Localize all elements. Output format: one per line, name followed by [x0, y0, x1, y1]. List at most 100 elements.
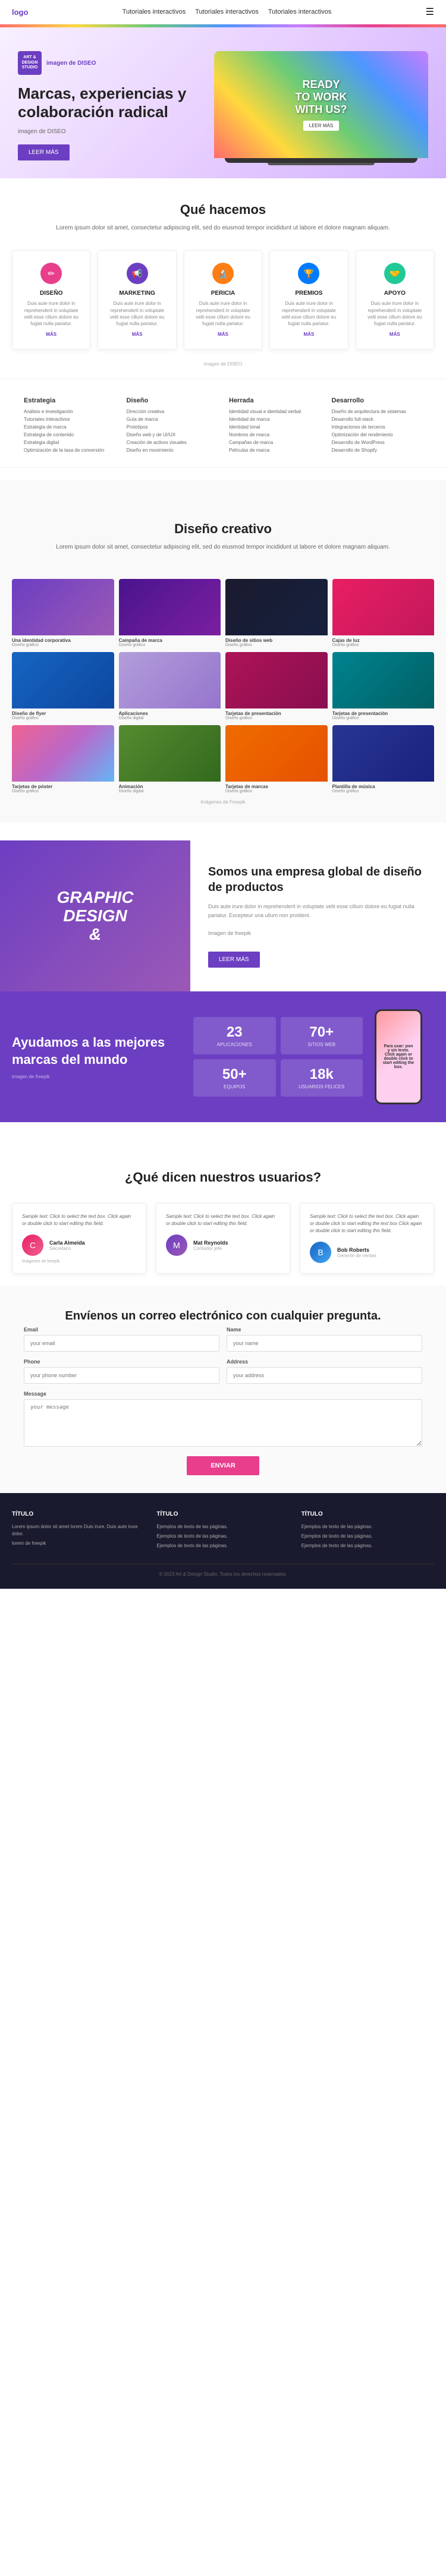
menu-col-desarrollo-title: Desarrollo	[332, 397, 423, 404]
creative-item[interactable]: Animación Diseño digital	[119, 725, 221, 793]
menu-item-diseno-3[interactable]: Prototipos	[127, 424, 218, 430]
creative-label: Aplicaciones	[119, 711, 221, 716]
global-company-text1: Duis aute irure dolor in reprehenderit i…	[208, 902, 428, 919]
menu-item-estrategia-6[interactable]: Optimización de la tasa de conversión	[24, 448, 115, 453]
menu-item-estrategia-2[interactable]: Tutoriales interactivos	[24, 417, 115, 422]
card-marketing-title: MARKETING	[106, 290, 167, 297]
creative-item[interactable]: Una identidad corporativa Diseño gráfico	[12, 579, 114, 647]
stats-phone: Para usar: pon y sin texto. Click again …	[363, 1009, 434, 1104]
card-marketing: 📢 MARKETING Duis aute irure dolor in rep…	[98, 250, 176, 349]
creative-sublabel: Diseño gráfico	[332, 716, 435, 720]
nav-item-1[interactable]: Tutoriales interactivos	[123, 8, 186, 15]
menu-item-herrada-5[interactable]: Campañas de marca	[229, 440, 320, 445]
author-name: Carla Almeida	[49, 1240, 85, 1246]
menu-item-diseno-6[interactable]: Diseño en movimiento	[127, 448, 218, 453]
menu-col-desarrollo: Desarrollo Diseño de arquitectura de sis…	[326, 391, 429, 461]
card-pericia-more[interactable]: MÁS	[193, 332, 253, 337]
creative-item[interactable]: Campaña de marca Diseño gráfico	[119, 579, 221, 647]
email-field[interactable]	[24, 1335, 219, 1352]
footer-col-title: Título	[12, 1511, 145, 1517]
hero-title: Marcas, experiencias y colaboración radi…	[18, 84, 208, 121]
menu-item-herrada-4[interactable]: Nombres de marca	[229, 432, 320, 437]
testimonial-image-note: Imágenes de freepik	[22, 1259, 136, 1264]
stat-number: 70+	[288, 1024, 356, 1041]
stats-numbers-grid: 23 APLICACIONES 70+ SITIOS WEB 50+ EQUIP…	[193, 1017, 363, 1097]
creative-item[interactable]: Plantilla de música Diseño gráfico	[332, 725, 435, 793]
hamburger-icon[interactable]: ☰	[426, 6, 434, 18]
message-label: Message	[24, 1391, 422, 1397]
form-group-phone: Phone	[24, 1359, 219, 1384]
card-pericia-text: Duis aute irure dolor in reprehenderit i…	[193, 300, 253, 327]
menu-item-diseno-2[interactable]: Guía de marca	[127, 417, 218, 422]
menu-item-desarrollo-4[interactable]: Optimización del rendimiento	[332, 432, 423, 437]
creative-img	[225, 579, 328, 635]
menu-item-desarrollo-1[interactable]: Diseño de arquitectura de sistemas	[332, 409, 423, 414]
creative-item[interactable]: Aplicaciones Diseño digital	[119, 652, 221, 720]
menu-item-herrada-6[interactable]: Películas de marca	[229, 448, 320, 453]
name-field[interactable]	[227, 1335, 422, 1352]
menu-item-herrada-3[interactable]: Identidad tonal	[229, 424, 320, 430]
menu-item-desarrollo-2[interactable]: Desarrollo full-stack	[332, 417, 423, 422]
badge-inner: ART & DESIGN STUDIO	[22, 55, 38, 70]
testimonial-text: Sample text: Click to select the text bo…	[310, 1213, 424, 1235]
creative-sublabel: Diseño digital	[119, 716, 221, 720]
menu-item-herrada-2[interactable]: Identidad de marca	[229, 417, 320, 422]
laptop-screen-button[interactable]: LEER MÁS	[303, 121, 339, 131]
footer-col-text: Ejemplos de texto de las páginas.	[156, 1542, 289, 1550]
footer-grid: TítuloLorem ipsum dolor sit amet lorem D…	[12, 1511, 434, 1552]
menu-item-diseno-4[interactable]: Diseño web y de UI/UX	[127, 432, 218, 437]
testimonial-author: B Bob Roberts Gerente de ventas	[310, 1242, 424, 1263]
footer-col-text: Ejemplos de texto de las páginas.	[156, 1533, 289, 1540]
contact-submit-button[interactable]: ENVIAR	[187, 1456, 259, 1475]
creative-img	[12, 579, 114, 635]
menu-item-desarrollo-6[interactable]: Desarrollo de Shopify	[332, 448, 423, 453]
contact-form: Email Name Phone Address Message	[24, 1327, 422, 1447]
creative-item[interactable]: Tarjetas de presentación Diseño gráfico	[332, 652, 435, 720]
menu-item-diseno-1[interactable]: Dirección creativa	[127, 409, 218, 414]
creative-item[interactable]: Cajas de luz Diseño gráfico	[332, 579, 435, 647]
menu-item-estrategia-5[interactable]: Estrategia digital	[24, 440, 115, 445]
menu-item-estrategia-1[interactable]: Análisis e investigación	[24, 409, 115, 414]
card-marketing-text: Duis aute irure dolor in reprehenderit i…	[106, 300, 167, 327]
menu-item-desarrollo-3[interactable]: Integraciones de terceros	[332, 424, 423, 430]
menu-item-diseno-5[interactable]: Creación de activos visuales	[127, 440, 218, 445]
nav-item-3[interactable]: Tutoriales interactivos	[268, 8, 332, 15]
nav-item-2[interactable]: Tutoriales interactivos	[195, 8, 259, 15]
creative-item[interactable]: Tarjetas de marcas Diseño gráfico	[225, 725, 328, 793]
card-premios-more[interactable]: MÁS	[278, 332, 339, 337]
menu-item-herrada-1[interactable]: Identidad visual e identidad verbal	[229, 409, 320, 414]
creative-img	[332, 725, 435, 782]
stat-label: USUARIOS FELICES	[288, 1084, 356, 1089]
footer-copyright: © 2023 Art & Design Studio. Todos los de…	[12, 1564, 434, 1577]
creative-design-subtitle: Lorem ipsum dolor sit amet, consectetur …	[12, 543, 434, 569]
menu-item-estrategia-3[interactable]: Estrategia de marca	[24, 424, 115, 430]
card-apoyo-more[interactable]: MÁS	[365, 332, 425, 337]
stat-box: 70+ SITIOS WEB	[281, 1017, 363, 1054]
testimonials-row: Sample text: Click to select the text bo…	[12, 1203, 434, 1274]
creative-item[interactable]: Tarjetas de póster Diseño gráfico	[12, 725, 114, 793]
form-group-email: Email	[24, 1327, 219, 1352]
footer-col-text: Ejemplos de texto de las páginas.	[301, 1542, 434, 1550]
message-field[interactable]	[24, 1399, 422, 1447]
laptop-screen: READYTO WORKWITH US? LEER MÁS	[214, 51, 428, 158]
address-field[interactable]	[227, 1367, 422, 1384]
testimonial-card: Sample text: Click to select the text bo…	[12, 1203, 146, 1274]
menu-item-estrategia-4[interactable]: Estrategia de contenido	[24, 432, 115, 437]
creative-item[interactable]: Diseño de flyer Diseño gráfico	[12, 652, 114, 720]
card-design-text: Duis aute irure dolor in reprehenderit i…	[21, 300, 81, 327]
global-company-btn[interactable]: LEER MÁS	[208, 952, 260, 968]
hero-cta-button[interactable]: LEER MÁS	[18, 144, 70, 160]
stat-label: SITIOS WEB	[288, 1042, 356, 1047]
creative-item[interactable]: Diseño de sitios web Diseño gráfico	[225, 579, 328, 647]
footer-col-title: Título	[156, 1511, 289, 1517]
card-marketing-more[interactable]: MÁS	[106, 332, 167, 337]
menu-item-desarrollo-5[interactable]: Desarrollo de WordPress	[332, 440, 423, 445]
menu-col-estrategia-title: Estrategia	[24, 397, 115, 404]
nav-menu: Tutoriales interactivos Tutoriales inter…	[123, 8, 332, 15]
badge-line3: STUDIO	[22, 65, 37, 70]
phone-field[interactable]	[24, 1367, 219, 1384]
card-design-more[interactable]: MÁS	[21, 332, 81, 337]
creative-img	[119, 725, 221, 782]
services-menu-grid: Estrategia Análisis e investigación Tuto…	[0, 379, 446, 468]
creative-item[interactable]: Tarjetas de presentación Diseño gráfico	[225, 652, 328, 720]
